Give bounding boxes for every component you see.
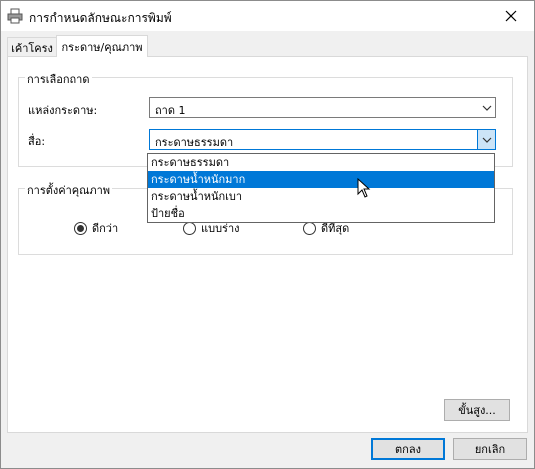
chevron-down-icon <box>477 130 495 149</box>
tab-paper-quality[interactable]: กระดาษ/คุณภาพ <box>56 35 148 57</box>
window-title: การกำหนดลักษณะการพิมพ์ <box>29 11 172 25</box>
media-select[interactable]: กระดาษธรรมดา <box>149 129 496 150</box>
media-option-labels[interactable]: ป้ายชื่อ <box>148 205 494 222</box>
tab-layout[interactable]: เค้าโครง <box>7 37 57 57</box>
cancel-button[interactable]: ยกเลิก <box>453 438 527 460</box>
printer-icon <box>7 8 23 24</box>
close-button[interactable] <box>488 1 534 31</box>
quality-option-better-label: ดีกว่า <box>92 222 119 235</box>
paper-source-select[interactable]: ถาด 1 <box>149 97 496 118</box>
paper-quality-panel: การเลือกถาด แหล่งกระดาษ: ถาด 1 สื่อ: กระ… <box>7 56 528 433</box>
close-icon <box>505 10 517 22</box>
advanced-button[interactable]: ขั้นสูง... <box>444 399 510 421</box>
quality-settings-legend: การตั้งค่าคุณภาพ <box>25 181 113 199</box>
print-preferences-dialog: การกำหนดลักษณะการพิมพ์ เค้าโครง กระดาษ/ค… <box>0 0 535 469</box>
quality-option-better[interactable]: ดีกว่า <box>74 219 118 237</box>
ok-button[interactable]: ตกลง <box>371 438 445 460</box>
chevron-down-icon <box>478 98 495 117</box>
media-option-heavy[interactable]: กระดาษน้ำหนักมาก <box>148 171 494 188</box>
title-bar: การกำหนดลักษณะการพิมพ์ <box>1 1 534 31</box>
paper-source-value: ถาด 1 <box>155 104 186 117</box>
paper-source-label: แหล่งกระดาษ: <box>28 104 98 117</box>
media-value: กระดาษธรรมดา <box>155 136 234 149</box>
radio-unselected-icon <box>183 221 196 235</box>
mouse-pointer-icon <box>357 178 371 198</box>
radio-unselected-icon <box>303 221 316 235</box>
tray-selection-legend: การเลือกถาด <box>25 70 92 88</box>
media-option-plain[interactable]: กระดาษธรรมดา <box>148 154 494 171</box>
radio-selected-icon <box>74 221 87 235</box>
media-label: สื่อ: <box>28 135 46 148</box>
media-dropdown-list: กระดาษธรรมดา กระดาษน้ำหนักมาก กระดาษน้ำห… <box>147 153 495 223</box>
media-option-light[interactable]: กระดาษน้ำหนักเบา <box>148 188 494 205</box>
